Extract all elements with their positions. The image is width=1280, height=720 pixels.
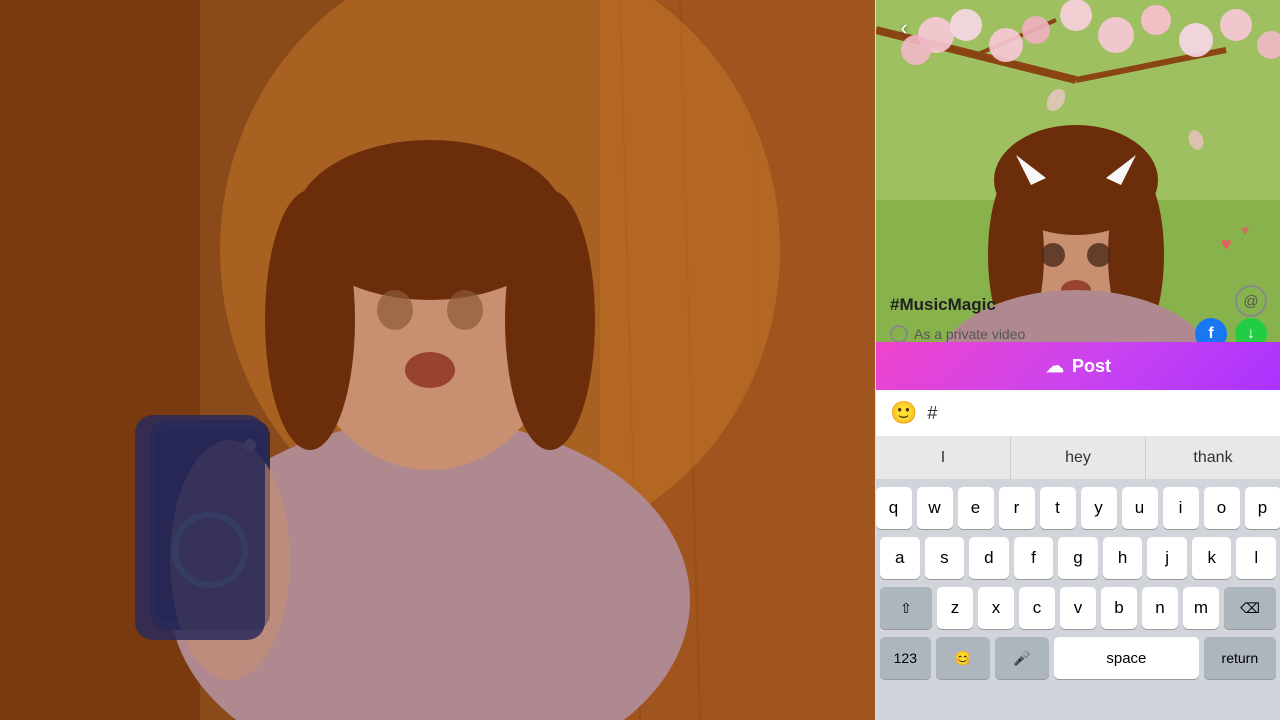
key-m[interactable]: m (1183, 587, 1219, 629)
keyboard-row-3: ⇧ z x c v b n m ⌫ (880, 587, 1276, 629)
autocomplete-item-hey[interactable]: hey (1011, 437, 1146, 479)
key-n[interactable]: n (1142, 587, 1178, 629)
return-key[interactable]: return (1204, 637, 1276, 679)
keyboard-row-1: q w e r t y u i o p (880, 487, 1276, 529)
cloud-upload-icon: ☁ (1046, 356, 1064, 377)
key-s[interactable]: s (925, 537, 965, 579)
key-v[interactable]: v (1060, 587, 1096, 629)
keyboard-row-4: 123 😊 🎤 space return (880, 637, 1276, 679)
key-g[interactable]: g (1058, 537, 1098, 579)
back-button[interactable]: ‹ (888, 12, 920, 44)
emoji-button[interactable]: 🙂 (890, 400, 917, 426)
key-q[interactable]: q (876, 487, 912, 529)
autocomplete-item-i[interactable]: I (876, 437, 1011, 479)
autocomplete-suggestions: I hey thank (876, 437, 1280, 479)
key-f[interactable]: f (1014, 537, 1054, 579)
key-p[interactable]: p (1245, 487, 1280, 529)
key-z[interactable]: z (937, 587, 973, 629)
key-l[interactable]: l (1236, 537, 1276, 579)
hash-symbol: # (927, 403, 937, 424)
backspace-key[interactable]: ⌫ (1224, 587, 1276, 629)
video-panel (0, 0, 875, 720)
person-silhouette (0, 0, 875, 720)
key-b[interactable]: b (1101, 587, 1137, 629)
radio-button[interactable] (890, 325, 908, 343)
autocomplete-item-thank[interactable]: thank (1146, 437, 1280, 479)
privacy-label: As a private video (914, 326, 1025, 342)
shift-key[interactable]: ⇧ (880, 587, 932, 629)
hashtag-caption: #MusicMagic (890, 295, 996, 315)
key-h[interactable]: h (1103, 537, 1143, 579)
caption-input-area[interactable]: 🙂 # (876, 390, 1280, 437)
key-e[interactable]: e (958, 487, 994, 529)
keyboard-row-2: a s d f g h j k l (880, 537, 1276, 579)
key-c[interactable]: c (1019, 587, 1055, 629)
emoji-keyboard-key[interactable]: 😊 (936, 637, 990, 679)
story-preview: ♥ ♥ ‹ #MusicMagic @ As a private video f… (876, 0, 1280, 390)
post-button-label: Post (1072, 356, 1111, 377)
key-d[interactable]: d (969, 537, 1009, 579)
key-o[interactable]: o (1204, 487, 1240, 529)
key-j[interactable]: j (1147, 537, 1187, 579)
numbers-key[interactable]: 123 (880, 637, 931, 679)
mention-button[interactable]: @ (1235, 285, 1267, 317)
svg-text:♥: ♥ (1221, 234, 1232, 254)
space-key[interactable]: space (1054, 637, 1199, 679)
key-r[interactable]: r (999, 487, 1035, 529)
keyboard: q w e r t y u i o p a s d f g h j k l ⇧ … (876, 479, 1280, 720)
post-button[interactable]: ☁ Post (876, 342, 1280, 390)
right-panel: ♥ ♥ ‹ #MusicMagic @ As a private video f… (875, 0, 1280, 720)
key-k[interactable]: k (1192, 537, 1232, 579)
key-u[interactable]: u (1122, 487, 1158, 529)
privacy-option[interactable]: As a private video (890, 325, 1025, 343)
key-a[interactable]: a (880, 537, 920, 579)
key-x[interactable]: x (978, 587, 1014, 629)
key-t[interactable]: t (1040, 487, 1076, 529)
svg-text:♥: ♥ (1241, 222, 1249, 238)
key-i[interactable]: i (1163, 487, 1199, 529)
key-y[interactable]: y (1081, 487, 1117, 529)
key-w[interactable]: w (917, 487, 953, 529)
mic-key[interactable]: 🎤 (995, 637, 1049, 679)
caption-input[interactable]: # (927, 403, 1266, 424)
